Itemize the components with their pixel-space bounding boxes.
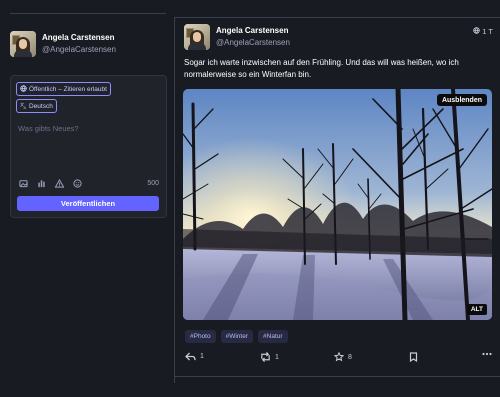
visibility-button[interactable]: Öffentlich – Zitieren erlaubt bbox=[16, 82, 111, 96]
post-media[interactable]: Ausblenden ALT bbox=[183, 89, 492, 320]
compose-toolbar bbox=[19, 179, 82, 188]
visibility-label: Öffentlich – Zitieren erlaubt bbox=[29, 85, 107, 93]
compose-form: Öffentlich – Zitieren erlaubt 文A Deutsch… bbox=[10, 75, 167, 218]
warning-icon[interactable] bbox=[55, 179, 64, 188]
hashtag-bar: #Photo #Winter #Natur bbox=[185, 330, 288, 343]
favourite-button[interactable]: 8 bbox=[334, 352, 352, 362]
current-user[interactable]: Angela Carstensen @AngelaCarstensen bbox=[10, 31, 116, 57]
language-label: Deutsch bbox=[29, 102, 53, 110]
user-handle: @AngelaCarstensen bbox=[42, 45, 116, 54]
publish-button[interactable]: Veröffentlichen bbox=[17, 196, 159, 211]
display-name[interactable]: Angela Carstensen bbox=[42, 32, 116, 44]
alt-text-badge[interactable]: ALT bbox=[466, 304, 487, 315]
post-action-bar: 1 1 8 bbox=[185, 352, 495, 364]
language-button[interactable]: 文A Deutsch bbox=[16, 99, 57, 113]
reply-button[interactable]: 1 bbox=[185, 352, 204, 361]
boost-button[interactable]: 1 bbox=[260, 352, 279, 362]
post-text: Sogar ich warte inzwischen auf den Frühl… bbox=[184, 58, 459, 79]
reply-icon bbox=[185, 352, 196, 361]
reply-count: 1 bbox=[200, 353, 204, 360]
hashtag-link[interactable]: #Photo bbox=[185, 330, 216, 343]
svg-text:A: A bbox=[24, 106, 27, 109]
status-post[interactable]: Angela Carstensen @AngelaCarstensen 1 T … bbox=[175, 17, 500, 377]
author-avatar[interactable] bbox=[184, 24, 210, 50]
poll-icon[interactable] bbox=[37, 179, 46, 188]
favourite-count: 8 bbox=[348, 353, 352, 361]
hashtag-link[interactable]: #Winter bbox=[220, 330, 254, 343]
bookmark-icon bbox=[409, 352, 418, 362]
hide-media-button[interactable]: Ausblenden bbox=[436, 94, 487, 106]
author-handle: @AngelaCarstensen bbox=[216, 38, 290, 47]
hashtag-link[interactable]: #Natur bbox=[258, 330, 288, 343]
bookmark-button[interactable] bbox=[409, 352, 418, 362]
timeline-column: Angela Carstensen @AngelaCarstensen 1 T … bbox=[174, 17, 500, 383]
boost-count: 1 bbox=[275, 353, 279, 361]
post-author[interactable]: Angela Carstensen @AngelaCarstensen bbox=[184, 24, 290, 50]
globe-icon bbox=[20, 84, 27, 94]
translate-icon: 文A bbox=[20, 101, 27, 111]
star-icon bbox=[334, 352, 344, 362]
more-button[interactable] bbox=[482, 352, 492, 356]
avatar[interactable] bbox=[10, 31, 36, 57]
globe-icon bbox=[473, 27, 481, 36]
character-counter: 500 bbox=[147, 180, 159, 187]
ellipsis-icon bbox=[482, 352, 492, 356]
column-divider bbox=[10, 13, 166, 14]
winter-photo bbox=[183, 89, 492, 320]
author-name[interactable]: Angela Carstensen bbox=[216, 25, 290, 37]
image-icon[interactable] bbox=[19, 179, 28, 188]
post-meta: 1 T bbox=[473, 27, 493, 36]
boost-icon bbox=[260, 352, 271, 362]
emoji-icon[interactable] bbox=[73, 179, 82, 188]
compose-textarea[interactable]: Was gibts Neues? bbox=[18, 124, 79, 133]
post-time[interactable]: 1 T bbox=[482, 27, 493, 36]
